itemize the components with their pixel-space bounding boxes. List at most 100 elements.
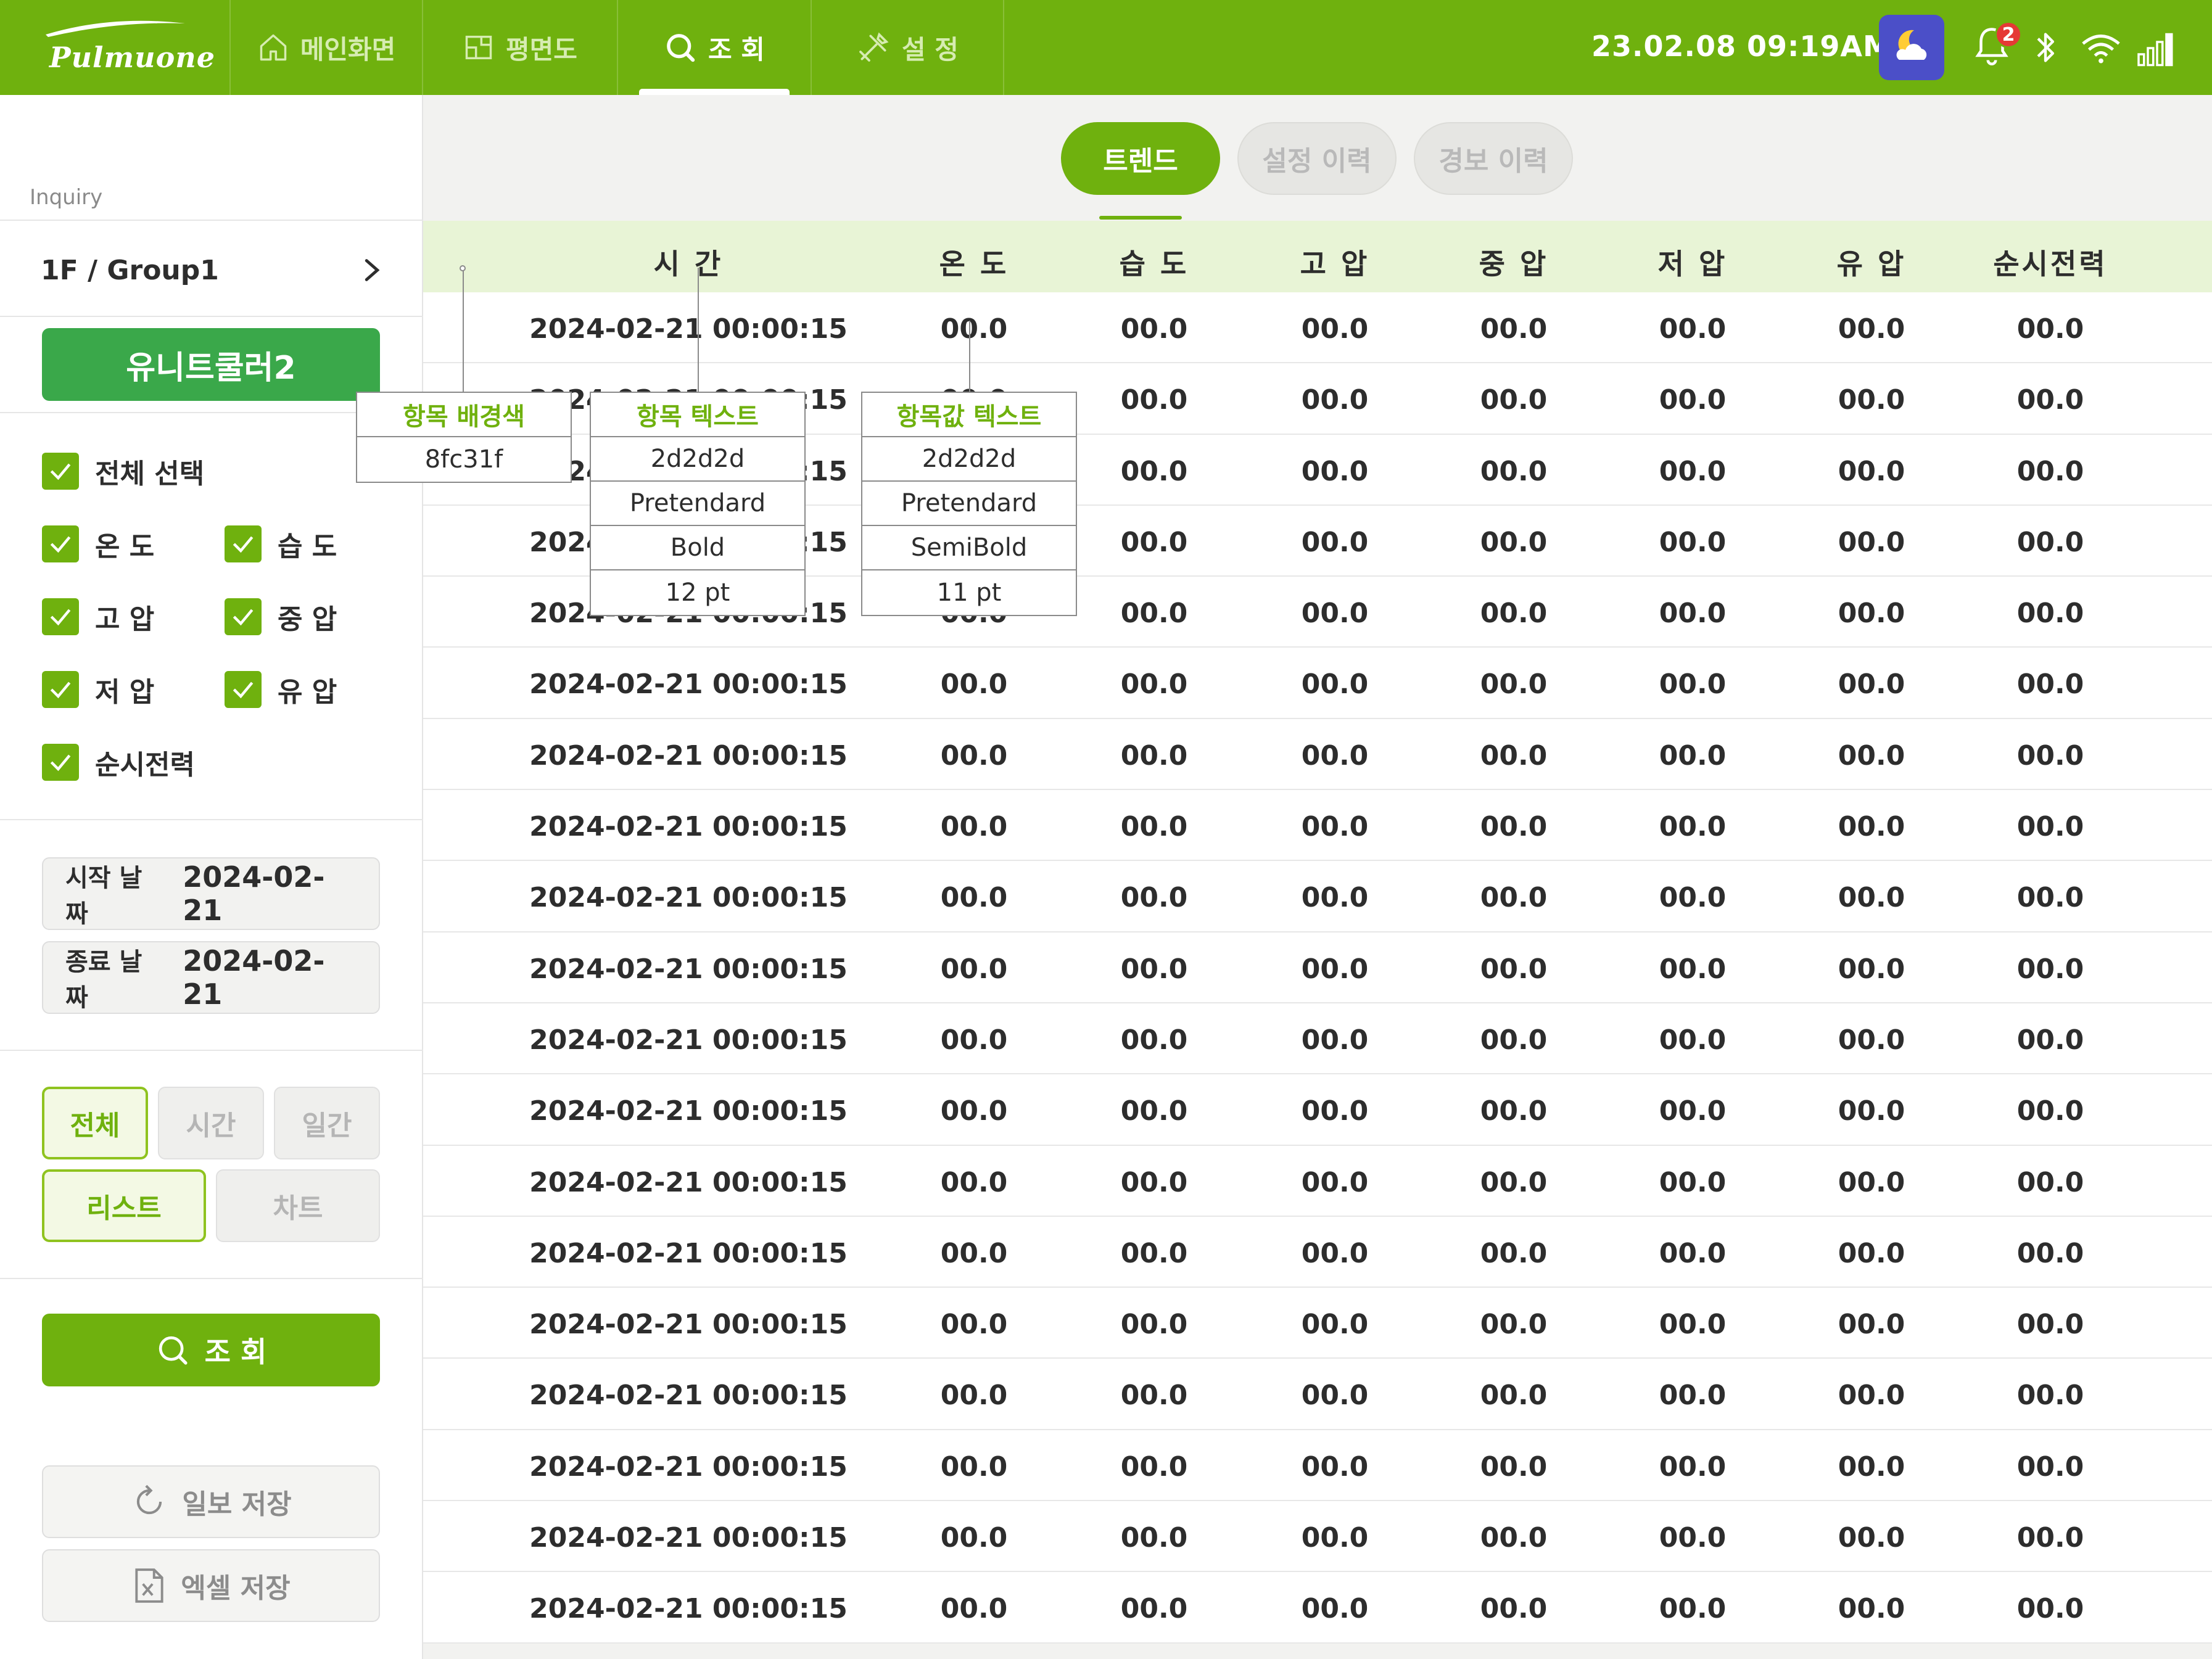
checkbox-power[interactable]: 순시전력 [42,743,195,782]
value-cell: 00.0 [1659,1593,1727,1625]
start-date-label: 시작 날짜 [65,864,142,928]
value-cell: 00.0 [1838,1451,1905,1483]
column-header: 고 압 [1300,247,1370,281]
chevron-right-icon [365,259,380,281]
annotation-line: 12 pt [665,578,730,607]
annotation-leader [698,268,699,392]
time-cell: 2024-02-21 00:00:15 [529,811,848,843]
search-button[interactable]: 조 회 [42,1314,380,1386]
nav-tab-label: 조 회 [708,34,765,65]
value-cell: 00.0 [940,739,1008,772]
daily-report-save-button[interactable]: 일보 저장 [42,1465,380,1538]
main-content: 트렌드 설정 이력 경보 이력 시 간 온 도 습 도 고 압 중 압 저 압 … [423,95,2212,1659]
value-cell: 00.0 [1301,313,1369,345]
value-cell: 00.0 [2016,384,2084,416]
value-cell: 00.0 [2016,1522,2084,1554]
nav-tab-floorplan[interactable]: 평면도 [422,0,617,95]
end-date-field[interactable]: 종료 날짜 2024-02-21 [42,941,380,1014]
view-chart-button[interactable]: 차트 [216,1169,380,1242]
view-list-button[interactable]: 리스트 [42,1169,206,1242]
unit-select-button[interactable]: 유니트쿨러2 [42,328,380,401]
value-cell: 00.0 [1120,1593,1188,1625]
column-header: 중 압 [1479,247,1549,281]
excel-save-button[interactable]: 엑셀 저장 [42,1549,380,1622]
sidebar: Inquiry 1F / Group1 유니트쿨러2 전체 선택 온 도 습 도… [0,95,423,1659]
value-cell: 00.0 [1120,1380,1188,1412]
nav-tab-inquiry[interactable]: 조 회 [617,0,811,95]
value-cell: 00.0 [2016,455,2084,487]
value-cell: 00.0 [940,313,1008,345]
tab-settings-history[interactable]: 설정 이력 [1237,122,1397,195]
checkbox-label: 고 압 [95,604,155,635]
value-cell: 00.0 [1120,811,1188,843]
value-cell: 00.0 [1480,526,1548,558]
checkbox-label: 습 도 [278,531,337,562]
period-hourly-button[interactable]: 시간 [158,1087,264,1159]
check-icon [42,598,79,635]
time-cell: 2024-02-21 00:00:15 [529,882,848,914]
tab-alarm-history[interactable]: 경보 이력 [1414,122,1573,195]
checkbox-label: 중 압 [278,604,337,635]
value-cell: 00.0 [2016,1309,2084,1341]
value-cell: 00.0 [1120,1095,1188,1127]
table-row: 2024-02-21 00:00:15 00.0 00.0 00.0 00.0 00.0 0… [423,648,2212,719]
time-cell: 2024-02-21 00:00:15 [529,1522,848,1554]
value-cell: 00.0 [2016,1380,2084,1412]
value-cell: 00.0 [1120,1451,1188,1483]
value-cell: 00.0 [1838,1593,1905,1625]
value-cell: 00.0 [940,953,1008,985]
value-cell: 00.0 [1120,739,1188,772]
table-row: 2024-02-21 00:00:15 00.0 00.0 00.0 00.0 00.0 0… [423,1572,2212,1644]
value-cell: 00.0 [1301,1522,1369,1554]
annotation-leader [463,268,464,392]
table-row: 2024-02-21 00:00:15 00.0 00.0 00.0 00.0 00.0 0… [423,1359,2212,1430]
checkbox-select-all[interactable]: 전체 선택 [42,451,204,491]
value-cell: 00.0 [1659,384,1727,416]
tools-icon [859,32,889,62]
value-cell: 00.0 [1480,953,1548,985]
annotation-leader [969,321,970,392]
value-cell: 00.0 [1659,1166,1727,1198]
annotation-line: Pretendard [591,482,804,526]
logo: Pulmuone [0,0,229,95]
search-icon [667,34,695,62]
value-cell: 00.0 [1838,811,1905,843]
value-cell: 00.0 [1838,526,1905,558]
value-cell: 00.0 [1838,669,1905,701]
nav-tab-settings[interactable]: 설 정 [811,0,1004,95]
value-cell: 00.0 [940,1024,1008,1056]
start-date-field[interactable]: 시작 날짜 2024-02-21 [42,857,380,930]
checkbox-humidity[interactable]: 습 도 [225,524,337,564]
value-cell: 00.0 [2016,1593,2084,1625]
end-date-value: 2024-02-21 [183,944,325,1011]
value-cell: 00.0 [2016,526,2084,558]
value-cell: 00.0 [1659,1451,1727,1483]
group-selector[interactable]: 1F / Group1 [0,221,423,319]
checkbox-high-pressure[interactable]: 고 압 [42,597,154,636]
checkbox-low-pressure[interactable]: 저 압 [42,670,154,709]
checkbox-oil-pressure[interactable]: 유 압 [225,670,337,709]
nav-tab-label: 설 정 [902,34,959,65]
period-daily-button[interactable]: 일간 [274,1087,380,1159]
value-cell: 00.0 [2016,1024,2084,1056]
annotation-item-text: 항목 텍스트 2d2d2d Pretendard Bold 12 pt [590,392,806,616]
value-cell: 00.0 [1480,598,1548,630]
weather-button[interactable] [1879,15,1944,80]
time-cell: 2024-02-21 00:00:15 [529,739,848,772]
checkbox-mid-pressure[interactable]: 중 압 [225,597,337,636]
value-cell: 00.0 [1480,1309,1548,1341]
value-cell: 00.0 [1659,882,1727,914]
value-cell: 00.0 [940,1095,1008,1127]
value-cell: 00.0 [1659,455,1727,487]
check-icon [42,744,79,781]
checkbox-temperature[interactable]: 온 도 [42,524,154,564]
table-row: 2024-02-21 00:00:15 00.0 00.0 00.0 00.0 00.0 0… [423,1145,2212,1217]
period-all-button[interactable]: 전체 [42,1087,148,1159]
annotation-line: Bold [591,526,804,570]
check-icon [225,671,262,708]
table-row: 2024-02-21 00:00:15 00.0 00.0 00.0 00.0 00.0 0… [423,1003,2212,1075]
excel-save-label: 엑셀 저장 [181,1573,291,1604]
divider [0,819,423,820]
tab-trend[interactable]: 트렌드 [1061,122,1220,195]
nav-tab-main[interactable]: 메인화면 [229,0,422,95]
